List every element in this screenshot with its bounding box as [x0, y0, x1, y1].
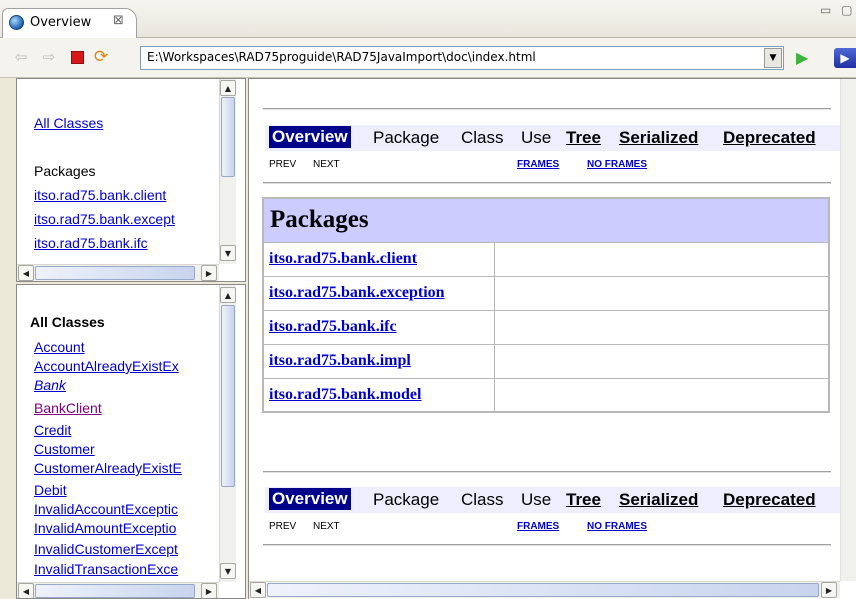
no-frames-link[interactable]: NO FRAMES: [587, 521, 647, 532]
scroll-up-button[interactable]: ▲: [220, 80, 236, 96]
navigate-icon[interactable]: ▶: [834, 48, 856, 68]
forward-arrow-icon[interactable]: ⇨: [40, 48, 58, 66]
class-link[interactable]: Bank: [34, 377, 66, 393]
window-controls[interactable]: ▭ ▢: [820, 3, 856, 17]
packages-heading: Packages: [34, 163, 96, 179]
class-link[interactable]: InvalidCustomerExcept: [34, 541, 178, 557]
stop-icon[interactable]: [68, 48, 86, 66]
next-label: NEXT: [313, 521, 340, 532]
refresh-icon[interactable]: ⟳: [92, 47, 110, 67]
nav-deprecated[interactable]: Deprecated: [723, 490, 816, 510]
no-frames-link[interactable]: NO FRAMES: [587, 159, 647, 170]
nav-overview: Overview: [269, 126, 351, 148]
class-link[interactable]: InvalidAmountExceptio: [34, 520, 176, 536]
scroll-thumb[interactable]: [221, 97, 235, 177]
package-link[interactable]: itso.rad75.bank.client: [269, 250, 417, 267]
frames-link[interactable]: FRAMES: [517, 521, 559, 532]
class-link[interactable]: Customer: [34, 441, 95, 457]
class-link[interactable]: Account: [34, 339, 85, 355]
nav-package: Package: [373, 128, 440, 147]
classes-horizontal-scrollbar[interactable]: ◀ ▶: [17, 582, 219, 598]
packages-vertical-scrollbar[interactable]: ▲ ▼: [219, 79, 236, 264]
packages-table-heading: Packages: [262, 197, 830, 243]
tab-title: Overview: [30, 15, 92, 30]
package-link[interactable]: itso.rad75.bank.model: [269, 386, 421, 403]
nav-tree[interactable]: Tree: [566, 128, 601, 148]
package-link[interactable]: itso.rad75.bank.impl: [269, 352, 411, 369]
address-text: E:\Workspaces\RAD75proguide\RAD75JavaImp…: [147, 50, 536, 64]
globe-icon: [9, 15, 24, 30]
all-classes-heading: All Classes: [30, 314, 105, 330]
prev-label: PREV: [269, 159, 297, 170]
nav-class: Class: [461, 128, 504, 147]
main-content-frame: Overview Package Class Use Tree Serializ…: [248, 78, 856, 599]
package-link[interactable]: itso.rad75.bank.client: [34, 187, 166, 203]
frames-link[interactable]: FRAMES: [517, 159, 559, 170]
editor-tab-bar: Overview ⊠ ▭ ▢: [0, 0, 856, 38]
main-horizontal-scrollbar[interactable]: ◀ ▶: [249, 581, 840, 598]
scroll-left-button[interactable]: ◀: [18, 265, 34, 281]
table-row: itso.rad75.bank.impl: [262, 343, 830, 379]
close-icon[interactable]: ⊠: [113, 13, 124, 28]
nav-serialized[interactable]: Serialized: [619, 128, 698, 148]
table-row: itso.rad75.bank.ifc: [262, 309, 830, 345]
divider: [263, 182, 831, 184]
class-link[interactable]: CustomerAlreadyExistE: [34, 460, 182, 476]
scroll-down-button[interactable]: ▼: [220, 245, 236, 261]
table-row: itso.rad75.bank.exception: [262, 275, 830, 311]
scroll-thumb[interactable]: [221, 305, 235, 487]
package-link[interactable]: itso.rad75.bank.ifc: [269, 318, 397, 335]
class-link[interactable]: Debit: [34, 482, 67, 498]
package-link[interactable]: itso.rad75.bank.except: [34, 211, 175, 227]
tab-overview[interactable]: Overview ⊠: [2, 8, 137, 38]
packages-frame: All Classes Packages itso.rad75.bank.cli…: [16, 78, 246, 282]
nav-deprecated[interactable]: Deprecated: [723, 128, 816, 148]
table-row: itso.rad75.bank.client: [262, 241, 830, 277]
scroll-thumb[interactable]: [267, 583, 819, 597]
next-label: NEXT: [313, 159, 340, 170]
scroll-thumb[interactable]: [35, 584, 195, 598]
go-icon[interactable]: ▶: [796, 48, 808, 67]
scroll-right-button[interactable]: ▶: [201, 265, 217, 281]
nav-serialized[interactable]: Serialized: [619, 490, 698, 510]
class-link[interactable]: InvalidTransactionExce: [34, 561, 178, 577]
divider: [263, 108, 831, 110]
scroll-up-button[interactable]: ▲: [220, 287, 236, 303]
nav-tree[interactable]: Tree: [566, 490, 601, 510]
nav-use: Use: [521, 128, 552, 147]
scroll-left-button[interactable]: ◀: [18, 583, 34, 598]
scroll-right-button[interactable]: ▶: [821, 582, 837, 598]
classes-vertical-scrollbar[interactable]: ▲ ▼: [219, 285, 236, 582]
all-classes-link[interactable]: All Classes: [34, 115, 103, 131]
packages-horizontal-scrollbar[interactable]: ◀ ▶: [17, 264, 219, 281]
class-link[interactable]: InvalidAccountExceptic: [34, 501, 178, 517]
nav-use: Use: [521, 490, 552, 509]
class-link[interactable]: Credit: [34, 422, 71, 438]
scroll-thumb[interactable]: [35, 266, 195, 280]
nav-overview: Overview: [269, 488, 351, 510]
top-navbar: Overview Package Class Use Tree Serializ…: [265, 125, 856, 151]
address-dropdown-button[interactable]: ▼: [764, 48, 782, 68]
nav-package: Package: [373, 490, 440, 509]
packages-table: Packages itso.rad75.bank.client itso.rad…: [262, 197, 830, 413]
scroll-right-button[interactable]: ▶: [201, 583, 217, 598]
divider: [263, 471, 831, 473]
nav-class: Class: [461, 490, 504, 509]
scroll-down-button[interactable]: ▼: [220, 563, 236, 579]
class-link[interactable]: AccountAlreadyExistEx: [34, 358, 179, 374]
bottom-navbar: Overview Package Class Use Tree Serializ…: [265, 487, 856, 513]
prev-label: PREV: [269, 521, 297, 532]
divider: [263, 544, 831, 546]
classes-frame: All Classes Account AccountAlreadyExistE…: [16, 284, 246, 599]
main-vertical-scrollbar[interactable]: [840, 79, 856, 581]
package-link[interactable]: itso.rad75.bank.ifc: [34, 235, 148, 251]
back-arrow-icon[interactable]: ⇦: [12, 48, 30, 66]
browser-toolbar: ⇦ ⇨ ⟳ E:\Workspaces\RAD75proguide\RAD75J…: [0, 38, 856, 78]
class-link[interactable]: BankClient: [34, 400, 102, 416]
table-row: itso.rad75.bank.model: [262, 377, 830, 413]
package-link[interactable]: itso.rad75.bank.exception: [269, 284, 445, 301]
scroll-left-button[interactable]: ◀: [250, 582, 266, 598]
address-bar[interactable]: E:\Workspaces\RAD75proguide\RAD75JavaImp…: [140, 46, 784, 70]
